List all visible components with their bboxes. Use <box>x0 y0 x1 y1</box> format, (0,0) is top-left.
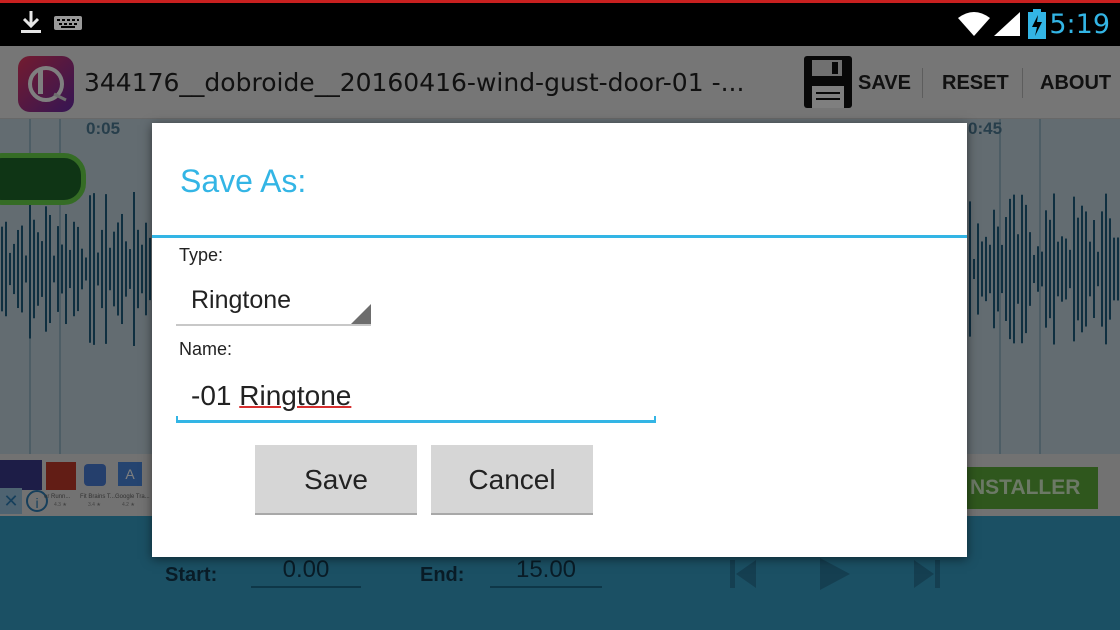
save-as-dialog: Save As: Type: Ringtone Name: -01 Ringto… <box>152 123 967 557</box>
battery-charging-icon <box>1028 9 1046 39</box>
dialog-title: Save As: <box>180 163 307 199</box>
status-time: 5:19 <box>1049 9 1110 40</box>
download-icon <box>21 11 41 33</box>
name-input[interactable]: -01 Ringtone <box>176 363 656 423</box>
name-label: Name: <box>179 339 233 359</box>
type-selected-value: Ringtone <box>191 286 292 314</box>
name-text-word: Ringtone <box>239 380 352 411</box>
save-button[interactable]: Save <box>255 445 417 515</box>
type-spinner[interactable]: Ringtone <box>176 278 371 326</box>
dialog-title-divider <box>152 235 967 238</box>
status-bar-accent-line <box>0 0 1120 3</box>
status-bar: 5:19 <box>0 0 1120 46</box>
cancel-button[interactable]: Cancel <box>431 445 593 515</box>
spinner-arrow-icon <box>351 304 371 324</box>
name-input-underline <box>176 416 656 423</box>
keyboard-icon <box>54 16 82 30</box>
signal-icon <box>994 12 1020 36</box>
type-label: Type: <box>179 245 224 265</box>
name-input-value: -01 Ringtone <box>191 380 351 412</box>
name-text-prefix: -01 <box>191 380 240 411</box>
wifi-icon <box>958 12 990 36</box>
